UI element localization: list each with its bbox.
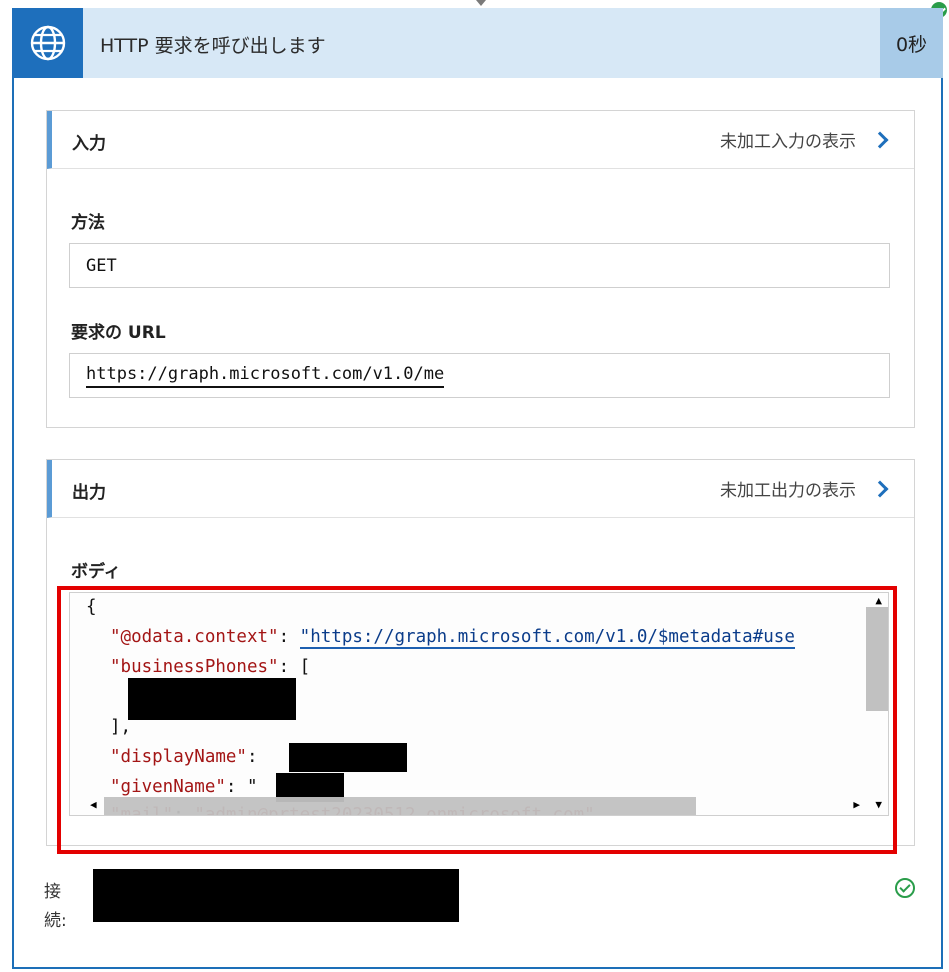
show-raw-outputs-label: 未加工出力の表示 bbox=[720, 481, 856, 501]
connection-label-line2: 続: bbox=[44, 911, 67, 931]
url-label: 要求の URL bbox=[71, 323, 166, 343]
url-field: https://graph.microsoft.com/v1.0/me bbox=[69, 353, 890, 398]
body-label: ボディ bbox=[71, 562, 121, 582]
outputs-section-header: 出力 未加工出力の表示 bbox=[47, 460, 914, 518]
method-label: 方法 bbox=[71, 213, 105, 233]
chevron-right-icon bbox=[871, 480, 889, 497]
globe-icon bbox=[12, 8, 83, 78]
action-title: HTTP 要求を呼び出します bbox=[100, 35, 326, 57]
method-value: GET bbox=[86, 255, 117, 276]
method-field: GET bbox=[69, 243, 890, 288]
connection-label: 接 続: bbox=[44, 878, 67, 936]
duration-badge: 0秒 bbox=[880, 8, 943, 78]
highlight-box bbox=[57, 586, 897, 854]
inputs-title: 入力 bbox=[72, 134, 106, 154]
check-circle-icon bbox=[895, 878, 915, 898]
outputs-title: 出力 bbox=[72, 483, 106, 503]
show-raw-outputs-link[interactable]: 未加工出力の表示 bbox=[720, 476, 889, 501]
show-raw-inputs-label: 未加工入力の表示 bbox=[720, 132, 856, 152]
action-header[interactable]: HTTP 要求を呼び出します 0秒 bbox=[12, 8, 943, 78]
redacted-connection bbox=[93, 869, 459, 922]
chevron-right-icon bbox=[871, 131, 889, 148]
connector-arrow-icon bbox=[476, 0, 486, 6]
connection-label-line1: 接 bbox=[44, 882, 61, 902]
url-value[interactable]: https://graph.microsoft.com/v1.0/me bbox=[86, 364, 445, 388]
inputs-section-header: 入力 未加工入力の表示 bbox=[47, 111, 914, 169]
show-raw-inputs-link[interactable]: 未加工入力の表示 bbox=[720, 127, 889, 152]
